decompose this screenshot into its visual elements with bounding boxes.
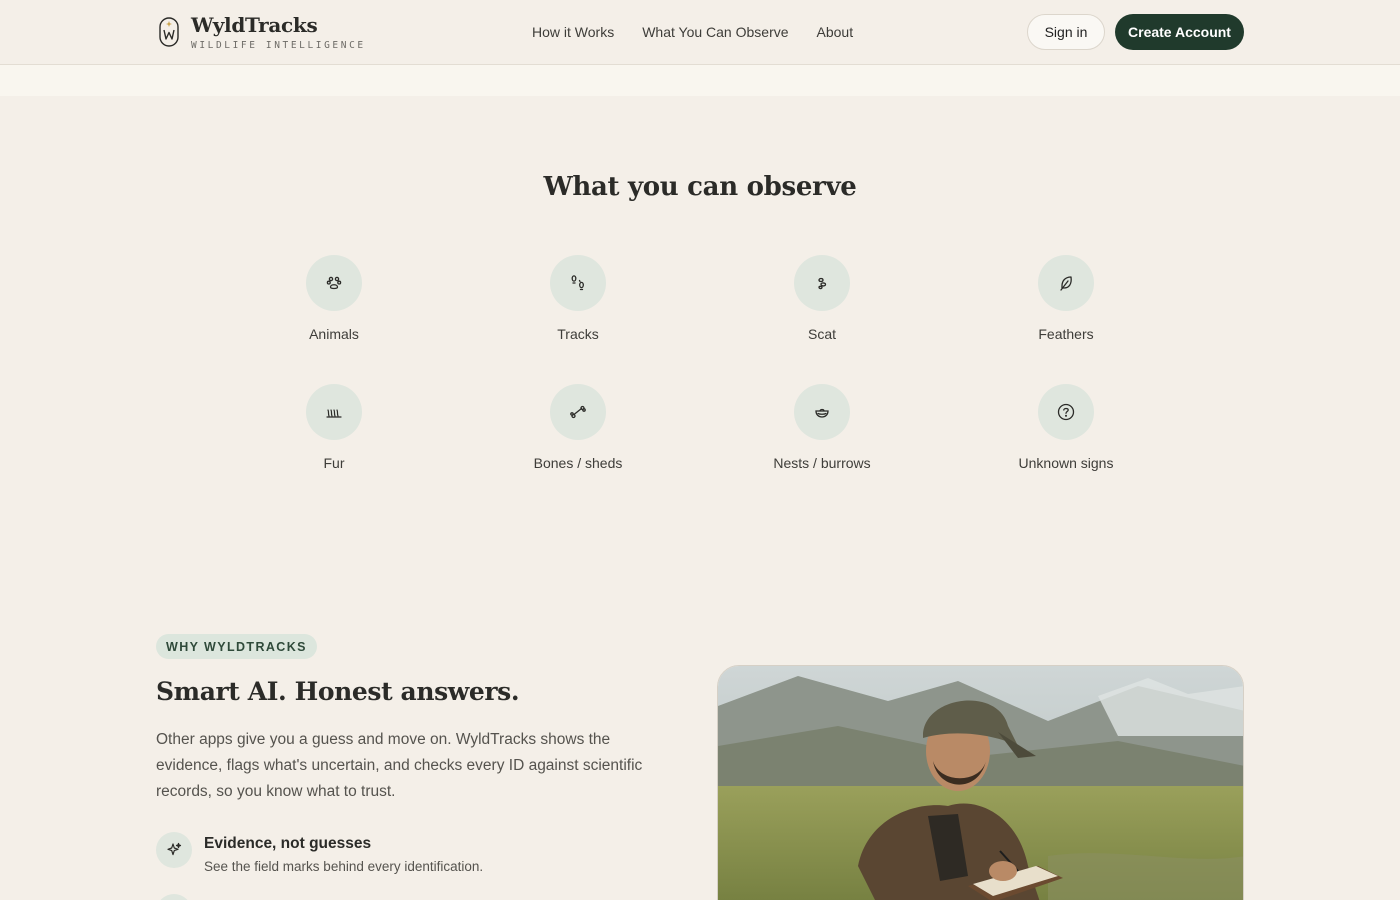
nest-icon: [794, 384, 850, 440]
brand-name: WyldTracks: [191, 13, 318, 37]
main-nav: How it Works What You Can Observe About: [532, 24, 853, 40]
category-label: Unknown signs: [1018, 455, 1114, 471]
feather-icon: [1038, 255, 1094, 311]
why-section-title: Smart AI. Honest answers.: [156, 677, 520, 706]
feature-item: Evidence, not guesses See the field mark…: [156, 832, 483, 874]
field-researcher-photo: [717, 665, 1244, 900]
category-nests-burrows[interactable]: Nests / burrows: [722, 384, 922, 471]
feature-subtitle: See the field marks behind every identif…: [204, 859, 484, 874]
category-label: Bones / sheds: [533, 455, 623, 471]
category-label: Fur: [323, 455, 345, 471]
brand-tagline: WILDLIFE INTELLIGENCE: [191, 40, 366, 51]
fur-icon: [306, 384, 362, 440]
category-label: Scat: [807, 326, 836, 342]
wyldtracks-logo-icon: [159, 17, 179, 47]
category-label: Feathers: [1038, 326, 1094, 342]
brand-logo[interactable]: WyldTracks WILDLIFE INTELLIGENCE: [157, 13, 366, 51]
feature-icon-partial: [156, 894, 192, 900]
observe-section-title: What you can observe: [543, 172, 857, 202]
category-fur[interactable]: Fur: [234, 384, 434, 471]
sparkle-icon: [156, 832, 192, 868]
scat-icon: [794, 255, 850, 311]
category-label: Nests / burrows: [773, 455, 871, 471]
category-label: Animals: [309, 326, 359, 342]
top-navigation-bar: WyldTracks WILDLIFE INTELLIGENCE How it …: [0, 0, 1400, 65]
category-feathers[interactable]: Feathers: [966, 255, 1166, 342]
section-eyebrow-pill: WHY WYLDTRACKS: [156, 634, 317, 659]
paw-icon: [306, 255, 362, 311]
create-account-button[interactable]: Create Account: [1115, 14, 1244, 50]
sign-in-button[interactable]: Sign in: [1027, 14, 1105, 50]
category-unknown-signs[interactable]: Unknown signs: [966, 384, 1166, 471]
footprints-icon: [550, 255, 606, 311]
category-animals[interactable]: Animals: [234, 255, 434, 342]
hero-bottom-strip: [0, 65, 1400, 96]
question-icon: [1038, 384, 1094, 440]
bone-icon: [550, 384, 606, 440]
category-tracks[interactable]: Tracks: [478, 255, 678, 342]
nav-what-you-can-observe[interactable]: What You Can Observe: [642, 24, 788, 40]
feature-title: Evidence, not guesses: [204, 835, 372, 852]
why-section-body: Other apps give you a guess and move on.…: [156, 731, 643, 800]
category-bones-sheds[interactable]: Bones / sheds: [478, 384, 678, 471]
nav-how-it-works[interactable]: How it Works: [532, 24, 614, 40]
category-scat[interactable]: Scat: [722, 255, 922, 342]
category-label: Tracks: [557, 326, 599, 342]
nav-about[interactable]: About: [817, 24, 854, 40]
